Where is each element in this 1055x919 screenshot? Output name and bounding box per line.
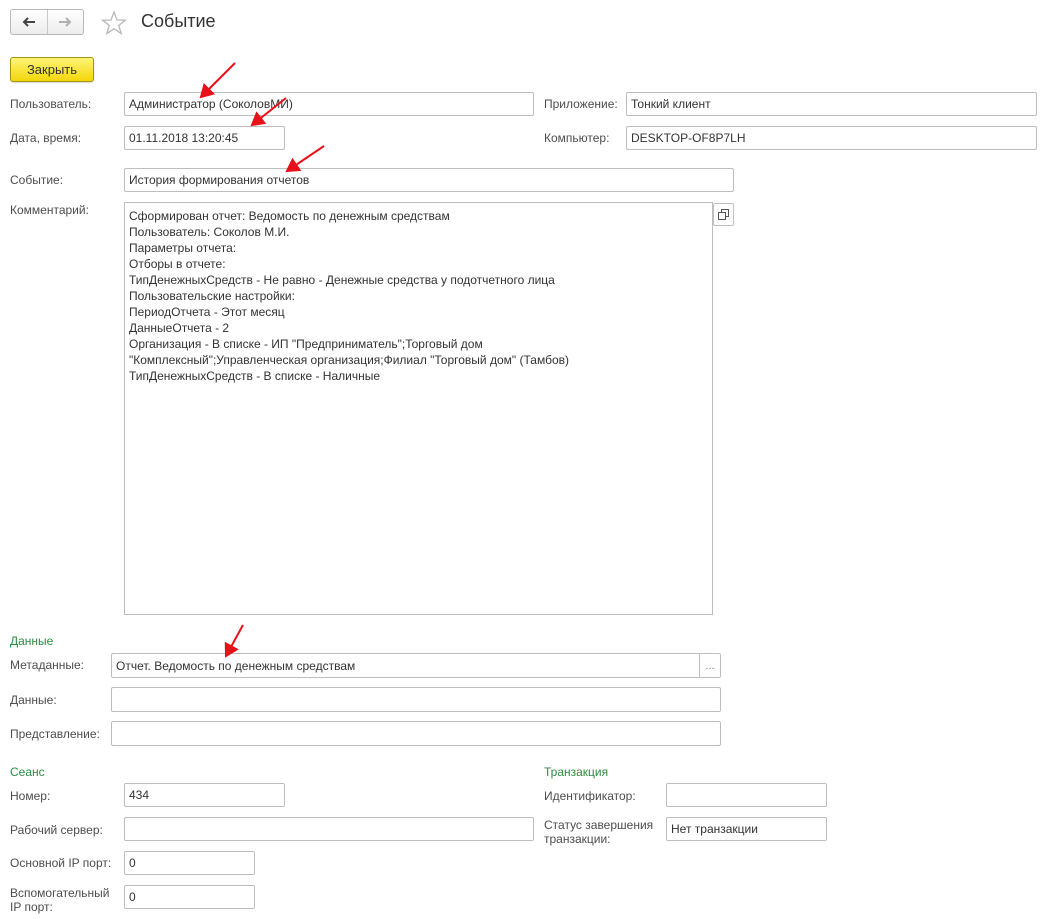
user-field[interactable]: Администратор (СоколовМИ) bbox=[124, 92, 534, 116]
application-label: Приложение: bbox=[544, 97, 618, 111]
aux-ip-port-label: Вспомогательный IP порт: bbox=[10, 886, 110, 914]
work-server-field[interactable] bbox=[124, 817, 534, 841]
data-field[interactable] bbox=[111, 687, 721, 712]
page-title: Событие bbox=[141, 11, 216, 31]
red-arrow-icon bbox=[224, 624, 244, 658]
expand-comment-button[interactable] bbox=[713, 203, 734, 226]
forward-button[interactable] bbox=[46, 10, 84, 34]
data-label: Данные: bbox=[10, 693, 57, 707]
comment-line: Параметры отчета: bbox=[129, 241, 237, 255]
open-window-icon bbox=[718, 209, 729, 220]
metadata-label: Метаданные: bbox=[10, 658, 85, 672]
computer-field[interactable]: DESKTOP-OF8P7LH bbox=[626, 126, 1037, 150]
datetime-field[interactable]: 01.11.2018 13:20:45 bbox=[124, 126, 285, 150]
presentation-label: Представление: bbox=[10, 727, 100, 741]
comment-line: Пользователь: Соколов М.И. bbox=[129, 225, 290, 239]
transaction-id-field[interactable] bbox=[666, 783, 827, 807]
comment-textarea[interactable]: Сформирован отчет: Ведомость по денежным… bbox=[124, 202, 713, 615]
session-section-title: Сеанс bbox=[10, 765, 45, 779]
user-label: Пользователь: bbox=[10, 97, 92, 111]
event-field[interactable]: История формирования отчетов bbox=[124, 168, 734, 192]
comment-line: Организация - В списке - ИП "Предпринима… bbox=[129, 337, 483, 351]
comment-line: Сформирован отчет: Ведомость по денежным… bbox=[129, 209, 450, 223]
application-field[interactable]: Тонкий клиент bbox=[626, 92, 1037, 116]
history-nav bbox=[10, 9, 84, 35]
comment-line: ПериодОтчета - Этот месяц bbox=[129, 305, 285, 319]
session-number-field[interactable]: 434 bbox=[124, 783, 285, 807]
computer-label: Компьютер: bbox=[544, 131, 610, 145]
comment-line: ДанныеОтчета - 2 bbox=[129, 321, 230, 335]
back-button[interactable] bbox=[11, 10, 47, 34]
comment-line: "Комплексный";Управленческая организация… bbox=[129, 353, 569, 367]
transaction-section-title: Транзакция bbox=[544, 765, 609, 779]
comment-line: ТипДенежныхСредств - В списке - Наличные bbox=[129, 369, 381, 383]
aux-ip-port-field[interactable]: 0 bbox=[124, 885, 255, 909]
datetime-label: Дата, время: bbox=[10, 131, 82, 145]
close-button[interactable]: Закрыть bbox=[10, 57, 94, 82]
transaction-id-label: Идентификатор: bbox=[544, 789, 636, 803]
transaction-status-label: Статус завершения транзакции: bbox=[544, 818, 654, 846]
comment-label: Комментарий: bbox=[10, 203, 89, 217]
presentation-field[interactable] bbox=[111, 721, 721, 746]
work-server-label: Рабочий сервер: bbox=[10, 823, 103, 837]
main-ip-port-field[interactable]: 0 bbox=[124, 851, 255, 875]
star-icon[interactable] bbox=[100, 10, 128, 39]
comment-line: Отборы в отчете: bbox=[129, 257, 226, 271]
arrow-right-icon bbox=[59, 17, 72, 27]
arrow-left-icon bbox=[22, 17, 35, 27]
metadata-field[interactable]: Отчет. Ведомость по денежным средствам bbox=[111, 653, 699, 678]
session-number-label: Номер: bbox=[10, 789, 51, 803]
main-ip-port-label: Основной IP порт: bbox=[10, 856, 112, 870]
event-label: Событие: bbox=[10, 173, 64, 187]
data-section-title: Данные bbox=[10, 634, 54, 648]
comment-line: Пользовательские настройки: bbox=[129, 289, 295, 303]
choose-metadata-button[interactable]: ... bbox=[699, 653, 721, 678]
transaction-status-field[interactable]: Нет транзакции bbox=[666, 817, 827, 841]
comment-line: ТипДенежныхСредств - Не равно - Денежные… bbox=[129, 273, 555, 287]
